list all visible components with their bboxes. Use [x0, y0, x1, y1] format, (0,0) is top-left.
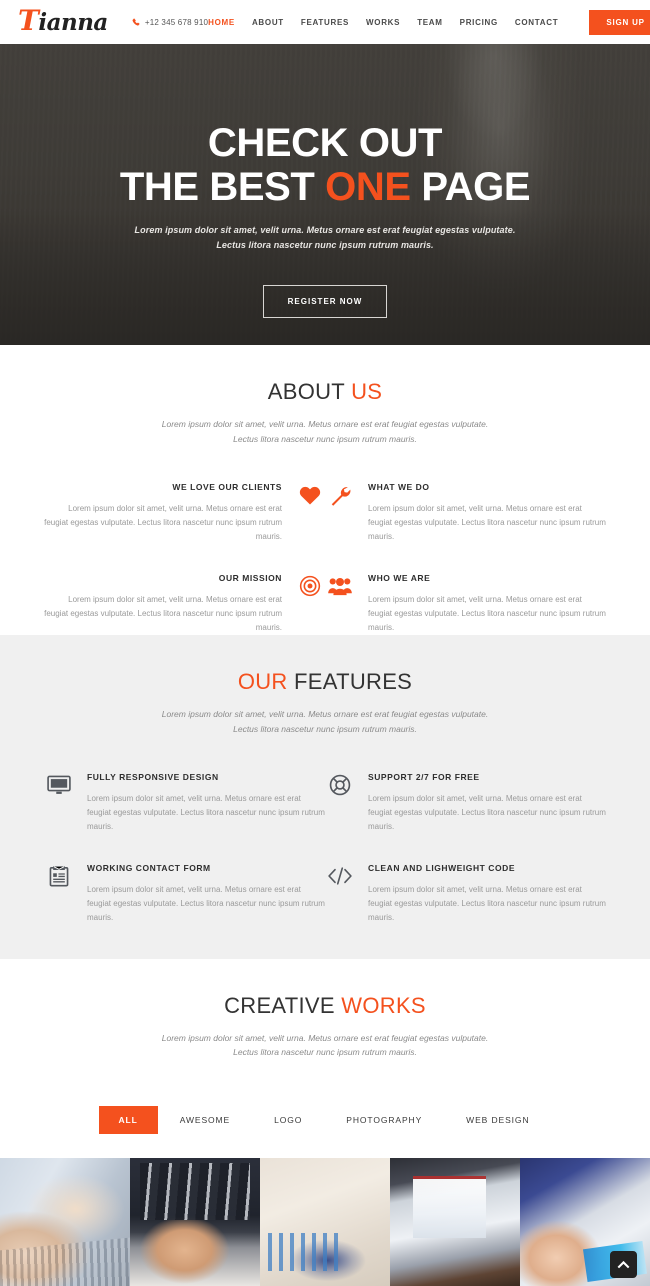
feature-item-text: CLEAN AND LIGHWEIGHT CODE Lorem ipsum do…: [368, 860, 606, 925]
feature-item-desc: Lorem ipsum dolor sit amet, velit urna. …: [87, 884, 325, 922]
about-item-desc: Lorem ipsum dolor sit amet, velit urna. …: [368, 594, 606, 632]
filter-awesome[interactable]: AWESOME: [158, 1106, 252, 1134]
about-item-we-love-our-clients: WE LOVE OUR CLIENTS Lorem ipsum dolor si…: [44, 479, 325, 544]
feature-item-support-2-7-for-free: SUPPORT 2/7 FOR FREE Lorem ipsum dolor s…: [325, 769, 606, 834]
feature-item-working-contact-form: WORKING CONTACT FORM Lorem ipsum dolor s…: [44, 860, 325, 925]
feature-item-desc: Lorem ipsum dolor sit amet, velit urna. …: [87, 793, 325, 831]
about-item-text: WE LOVE OUR CLIENTS Lorem ipsum dolor si…: [44, 479, 282, 544]
about-item-title: WE LOVE OUR CLIENTS: [172, 481, 282, 492]
feature-item-title: FULLY RESPONSIVE DESIGN: [87, 771, 219, 782]
nav-item-pricing[interactable]: PRICING: [460, 18, 498, 27]
phone-icon: [132, 18, 141, 27]
feature-item-desc: Lorem ipsum dolor sit amet, velit urna. …: [368, 793, 606, 831]
clipboard-form-icon: [44, 861, 74, 891]
about-item-title: WHO WE ARE: [368, 572, 431, 583]
chevron-up-icon: [617, 1260, 630, 1269]
about-title-accent: US: [351, 379, 383, 404]
features-title-accent: OUR: [237, 668, 288, 694]
about-item-text: WHAT WE DO Lorem ipsum dolor sit amet, v…: [368, 479, 606, 544]
works-title-plain: CREATIVE: [224, 992, 342, 1018]
about-item-title: WHAT WE DO: [368, 481, 430, 492]
works-title: CREATIVE WORKS: [0, 993, 650, 1019]
about-item-who-we-are: WHO WE ARE Lorem ipsum dolor sit amet, v…: [325, 570, 606, 635]
wrench-icon: [325, 480, 355, 510]
nav-item-contact[interactable]: CONTACT: [515, 18, 558, 27]
feature-item-title: WORKING CONTACT FORM: [87, 862, 211, 873]
register-now-button[interactable]: REGISTER NOW: [262, 284, 388, 318]
feature-item-text: SUPPORT 2/7 FOR FREE Lorem ipsum dolor s…: [368, 769, 606, 834]
features-subtitle: Lorem ipsum dolor sit amet, velit urna. …: [161, 708, 489, 734]
gallery-item-person-working-on-laptop[interactable]: [390, 1158, 520, 1286]
feature-item-fully-responsive-design: FULLY RESPONSIVE DESIGN Lorem ipsum dolo…: [44, 769, 325, 834]
monitor-icon: [44, 770, 74, 800]
features-section: OUR FEATURES Lorem ipsum dolor sit amet,…: [0, 634, 650, 959]
about-subtitle: Lorem ipsum dolor sit amet, velit urna. …: [161, 419, 489, 444]
hero-subtitle-line1: Lorem ipsum dolor sit amet, velit urna. …: [134, 225, 516, 236]
works-section: CREATIVE WORKS Lorem ipsum dolor sit ame…: [0, 959, 650, 1159]
about-item-our-mission: OUR MISSION Lorem ipsum dolor sit amet, …: [44, 570, 325, 635]
gallery-item-hands-typing-on-laptops[interactable]: [0, 1158, 130, 1286]
gallery-item-business-team-and-signing-hand[interactable]: [130, 1158, 260, 1286]
logo-text: ianna: [38, 9, 108, 36]
hero-headline-post: PAGE: [410, 164, 531, 209]
filter-all[interactable]: ALL: [98, 1106, 158, 1135]
nav-item-team[interactable]: TEAM: [417, 18, 442, 27]
people-group-icon: [325, 571, 355, 601]
nav-item-works[interactable]: WORKS: [366, 18, 400, 27]
feature-item-text: WORKING CONTACT FORM Lorem ipsum dolor s…: [87, 860, 325, 925]
features-title-plain: FEATURES: [287, 668, 413, 694]
about-item-desc: Lorem ipsum dolor sit amet, velit urna. …: [44, 594, 282, 632]
about-item-text: OUR MISSION Lorem ipsum dolor sit amet, …: [44, 570, 282, 635]
heart-icon: [295, 480, 325, 510]
filter-photography[interactable]: PHOTOGRAPHY: [324, 1106, 444, 1134]
hero-banner: CHECK OUT THE BEST ONE PAGE Lorem ipsum …: [0, 44, 650, 345]
logo-initial: T: [18, 4, 39, 37]
works-filter-bar: ALL AWESOME LOGO PHOTOGRAPHY WEB DESIGN: [0, 1106, 650, 1158]
feature-item-clean-and-lightweight-code: CLEAN AND LIGHWEIGHT CODE Lorem ipsum do…: [325, 860, 606, 925]
works-title-accent: WORKS: [341, 992, 426, 1018]
target-icon: [295, 571, 325, 601]
works-gallery: [0, 1158, 650, 1286]
about-item-what-we-do: WHAT WE DO Lorem ipsum dolor sit amet, v…: [325, 479, 606, 544]
about-item-title: OUR MISSION: [218, 572, 282, 583]
phone-label: +12 345 678 910: [144, 17, 209, 27]
phone-number[interactable]: +12 345 678 910: [132, 18, 208, 27]
features-items-grid: FULLY RESPONSIVE DESIGN Lorem ipsum dolo…: [0, 769, 650, 925]
code-brackets-icon: [325, 861, 355, 891]
nav-item-about[interactable]: ABOUT: [252, 18, 284, 27]
signup-button[interactable]: SIGN UP: [589, 9, 650, 35]
nav-item-home[interactable]: HOME: [208, 18, 235, 27]
filter-web-design[interactable]: WEB DESIGN: [444, 1106, 551, 1134]
works-subtitle: Lorem ipsum dolor sit amet, velit urna. …: [161, 1032, 489, 1058]
about-title: ABOUT US: [0, 379, 650, 405]
feature-item-title: SUPPORT 2/7 FOR FREE: [368, 771, 480, 782]
feature-item-desc: Lorem ipsum dolor sit amet, velit urna. …: [368, 884, 606, 922]
lifebuoy-icon: [325, 770, 355, 800]
about-item-desc: Lorem ipsum dolor sit amet, velit urna. …: [368, 503, 606, 541]
about-item-desc: Lorem ipsum dolor sit amet, velit urna. …: [44, 503, 282, 541]
scroll-to-top-button[interactable]: [610, 1251, 637, 1279]
hero-headline-pre: THE BEST: [119, 164, 326, 209]
hero-subtitle-line2: Lectus litora nascetur nunc ipsum rutrum…: [216, 240, 434, 251]
logo[interactable]: Tianna: [18, 7, 108, 35]
filter-logo[interactable]: LOGO: [252, 1106, 324, 1134]
main-nav: HOME ABOUT FEATURES WORKS TEAM PRICING C…: [208, 9, 650, 35]
hero-content: CHECK OUT THE BEST ONE PAGE Lorem ipsum …: [0, 44, 650, 318]
gallery-item-eyeglasses-on-charts[interactable]: [260, 1158, 390, 1286]
about-title-plain: ABOUT: [267, 379, 352, 404]
about-section: ABOUT US Lorem ipsum dolor sit amet, vel…: [0, 345, 650, 635]
hero-headline-line1: CHECK OUT: [207, 121, 443, 165]
about-items-grid: WE LOVE OUR CLIENTS Lorem ipsum dolor si…: [0, 479, 650, 635]
site-header: Tianna +12 345 678 910 HOME ABOUT FEATUR…: [0, 0, 650, 44]
about-item-text: WHO WE ARE Lorem ipsum dolor sit amet, v…: [368, 570, 606, 635]
hero-headline-line2: THE BEST ONE PAGE: [0, 164, 650, 210]
hero-subtitle: Lorem ipsum dolor sit amet, velit urna. …: [0, 223, 650, 253]
feature-item-text: FULLY RESPONSIVE DESIGN Lorem ipsum dolo…: [87, 769, 325, 834]
hero-headline-accent: ONE: [325, 164, 411, 209]
nav-item-features[interactable]: FEATURES: [301, 18, 349, 27]
feature-item-title: CLEAN AND LIGHWEIGHT CODE: [368, 862, 516, 873]
features-title: OUR FEATURES: [0, 669, 650, 695]
